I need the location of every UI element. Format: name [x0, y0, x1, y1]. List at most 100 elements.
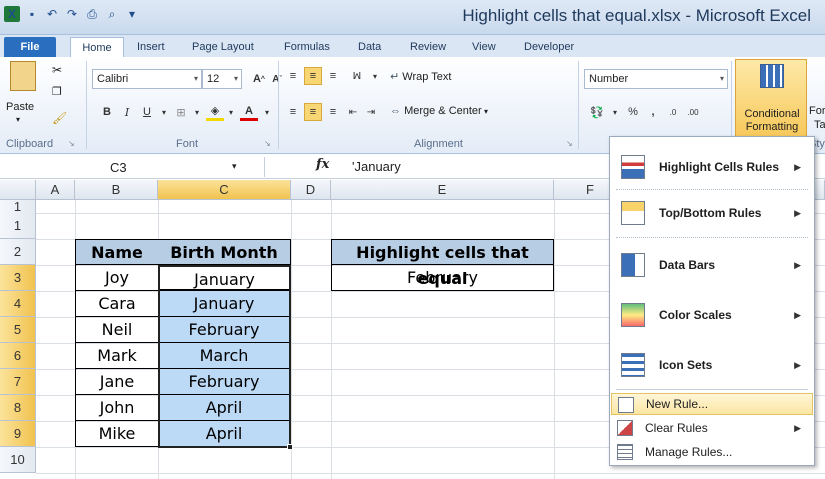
tab-view[interactable]: View [472, 37, 496, 57]
menu-item-top-bottom-rules[interactable]: Top/Bottom Rules ▶ [611, 193, 813, 233]
chevron-down-icon[interactable]: ▾ [188, 103, 206, 121]
conditional-formatting-button[interactable]: Conditional Formatting [735, 59, 807, 137]
align-top-icon[interactable]: ≡ [284, 67, 302, 85]
menu-item-data-bars[interactable]: Data Bars ▶ [611, 245, 813, 285]
fill-handle[interactable] [287, 444, 293, 450]
table-cell-name[interactable]: Joy [75, 265, 159, 291]
align-middle-icon[interactable]: ≡ [304, 67, 322, 85]
table-header-birth-month[interactable]: Birth Month [158, 239, 291, 265]
chevron-down-icon[interactable]: ▾ [606, 103, 624, 121]
tab-page-layout[interactable]: Page Layout [192, 37, 254, 57]
column-header-a[interactable]: A [36, 180, 75, 200]
row-header-6[interactable]: 6 [0, 343, 36, 369]
row-header-7[interactable]: 7 [0, 369, 36, 395]
underline-icon[interactable]: U [138, 103, 156, 121]
table-cell-month[interactable]: April [158, 395, 291, 421]
column-header-d[interactable]: D [291, 180, 331, 200]
number-format-combo[interactable]: Number ▾ [584, 69, 728, 89]
merge-center-button[interactable]: ⇔ Merge & Center ▾ [390, 105, 488, 117]
chevron-down-icon[interactable]: ▾ [366, 67, 384, 85]
name-box[interactable]: C3 ▾ [0, 157, 265, 177]
column-header-c[interactable]: C [158, 180, 291, 200]
orientation-icon[interactable]: ꟽ [348, 67, 366, 85]
chevron-down-icon[interactable]: ▾ [155, 103, 173, 121]
format-as-table-partial2[interactable]: Ta [814, 119, 825, 131]
tab-data[interactable]: Data [358, 37, 381, 57]
formula-input[interactable]: 'January [352, 159, 401, 174]
menu-item-new-rule[interactable]: New Rule... [611, 393, 813, 415]
row-header-2[interactable]: 2 [0, 239, 36, 265]
tab-file[interactable]: File [4, 37, 56, 57]
table-cell-name[interactable]: Cara [75, 291, 159, 317]
accounting-format-icon[interactable]: 💱 [588, 103, 606, 121]
column-header-b[interactable]: B [75, 180, 158, 200]
bold-icon[interactable]: B [98, 103, 116, 121]
decrease-indent-icon[interactable]: ⇤ [344, 103, 362, 121]
row-header-4[interactable]: 4 [0, 291, 36, 317]
decrease-decimal-icon[interactable]: .00 [684, 103, 702, 121]
font-launcher-icon[interactable]: ↘ [264, 139, 271, 148]
align-center-icon[interactable]: ≡ [304, 103, 322, 121]
increase-decimal-icon[interactable]: .0 [664, 103, 682, 121]
criteria-header[interactable]: Highlight cells that equal [331, 239, 554, 288]
cut-icon[interactable]: ✂ [52, 63, 62, 77]
table-cell-name[interactable]: Mark [75, 343, 159, 369]
menu-item-highlight-cells-rules[interactable]: Highlight Cells Rules ▶ [611, 147, 813, 187]
customize-qat-icon[interactable]: ▾ [124, 6, 140, 22]
row-header-9[interactable]: 9 [0, 421, 36, 447]
table-cell-month[interactable]: February [158, 317, 291, 343]
alignment-launcher-icon[interactable]: ↘ [566, 139, 573, 148]
paste-button[interactable]: Paste [6, 101, 34, 113]
menu-item-color-scales[interactable]: Color Scales ▶ [611, 295, 813, 335]
clipboard-launcher-icon[interactable]: ↘ [68, 139, 75, 148]
table-cell-month-active[interactable]: January [158, 265, 291, 291]
criteria-value[interactable]: February [331, 265, 554, 291]
table-cell-month[interactable]: January [158, 291, 291, 317]
print-icon[interactable]: ⎙ [84, 6, 100, 22]
select-all-corner[interactable] [0, 180, 36, 200]
row-header-1[interactable]: 1 [0, 200, 36, 214]
table-cell-month[interactable]: February [158, 369, 291, 395]
row-header-1-full[interactable]: 1 [0, 213, 36, 239]
table-cell-month[interactable]: March [158, 343, 291, 369]
tab-insert[interactable]: Insert [137, 37, 165, 57]
wrap-text-button[interactable]: ↵ Wrap Text [390, 70, 451, 83]
menu-item-clear-rules[interactable]: Clear Rules ▶ [611, 417, 813, 439]
tab-review[interactable]: Review [410, 37, 446, 57]
row-header-10[interactable]: 10 [0, 447, 36, 473]
tab-developer[interactable]: Developer [524, 37, 574, 57]
align-left-icon[interactable]: ≡ [284, 103, 302, 121]
italic-icon[interactable]: I [118, 103, 136, 121]
table-header-name[interactable]: Name [75, 239, 159, 265]
font-name-combo[interactable]: Calibri ▾ [92, 69, 202, 89]
table-cell-name[interactable]: Mike [75, 421, 159, 447]
tab-formulas[interactable]: Formulas [284, 37, 330, 57]
paste-icon[interactable] [10, 61, 36, 91]
copy-icon[interactable]: ❐ [52, 85, 62, 98]
undo-icon[interactable]: ↶ [44, 6, 60, 22]
chevron-down-icon[interactable]: ▾ [258, 103, 276, 121]
font-color-icon[interactable]: A [240, 103, 258, 121]
percent-style-icon[interactable]: % [624, 103, 642, 121]
row-header-3[interactable]: 3 [0, 265, 36, 291]
comma-style-icon[interactable]: , [644, 103, 662, 121]
redo-icon[interactable]: ↷ [64, 6, 80, 22]
menu-item-icon-sets[interactable]: Icon Sets ▶ [611, 345, 813, 385]
font-size-combo[interactable]: 12 ▾ [202, 69, 242, 89]
align-right-icon[interactable]: ≡ [324, 103, 342, 121]
row-header-5[interactable]: 5 [0, 317, 36, 343]
table-cell-month[interactable]: April [158, 421, 291, 447]
format-painter-icon[interactable]: 🖌 [52, 111, 67, 125]
paste-dropdown-icon[interactable]: ▾ [16, 115, 20, 124]
chevron-down-icon[interactable]: ▾ [222, 103, 240, 121]
table-cell-name[interactable]: Neil [75, 317, 159, 343]
align-bottom-icon[interactable]: ≡ [324, 67, 342, 85]
table-cell-name[interactable]: John [75, 395, 159, 421]
column-header-e[interactable]: E [331, 180, 554, 200]
tab-home[interactable]: Home [70, 37, 124, 57]
row-header-8[interactable]: 8 [0, 395, 36, 421]
format-as-table-partial[interactable]: For [809, 105, 825, 117]
print-preview-icon[interactable]: ⌕ [104, 6, 120, 22]
excel-logo-icon[interactable]: X [4, 6, 20, 22]
table-cell-name[interactable]: Jane [75, 369, 159, 395]
